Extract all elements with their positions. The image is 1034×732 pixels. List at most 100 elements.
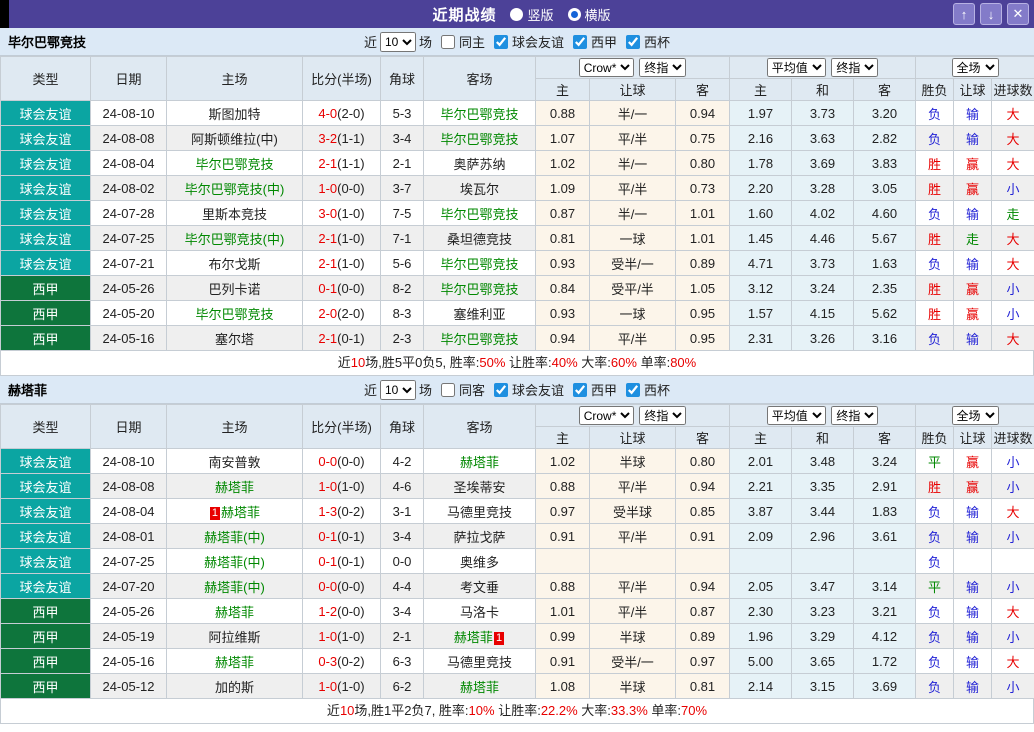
move-down-button[interactable]: ↓ <box>980 3 1002 25</box>
home-team: 赫塔菲(中) <box>166 548 303 574</box>
away-team-name: 赫塔菲 <box>459 679 499 695</box>
fulltime-select[interactable]: 全场 <box>951 58 999 77</box>
league-filter-cup-checkbox[interactable] <box>626 34 641 49</box>
score: 0-1(0-1) <box>302 523 381 549</box>
away-team-name: 埃瓦尔 <box>459 181 499 197</box>
league-filter-friendly-checkbox[interactable] <box>494 34 508 49</box>
corners: 3-4 <box>380 523 424 549</box>
window-edge <box>0 0 9 28</box>
away-team: 毕尔巴鄂竞技 <box>423 100 536 126</box>
league-filter-friendly-checkbox[interactable] <box>494 382 508 397</box>
result-handicap: 赢 <box>953 275 993 301</box>
score: 1-0(0-0) <box>302 175 381 201</box>
average-stage-select[interactable]: 终指 <box>831 58 879 77</box>
home-team-name: 赫塔菲(中) <box>204 579 265 595</box>
average-stage-select[interactable]: 终指 <box>831 406 879 425</box>
league-type: 球会友谊 <box>0 175 91 201</box>
match-date: 24-08-08 <box>90 125 167 151</box>
home-team: 1 赫塔菲 <box>166 498 303 524</box>
odds-line: 平/半 <box>589 573 676 599</box>
odds-stage-select[interactable]: 终指 <box>639 406 687 425</box>
match-row: 西甲 24-05-26 巴列卡诺 0-1(0-0) 8-2 毕尔巴鄂竞技 0.84 受平/半 1… <box>0 275 1034 301</box>
result-wdl: 胜 <box>915 275 955 301</box>
avg-away <box>852 548 917 574</box>
away-team-name: 毕尔巴鄂竞技 <box>440 106 519 122</box>
match-date: 24-05-20 <box>90 300 167 326</box>
same-venue-checkbox[interactable] <box>440 382 455 397</box>
odds-stage-select[interactable]: 终指 <box>639 58 687 77</box>
near-label: 近 <box>363 383 377 398</box>
odds-home: 0.93 <box>535 250 590 276</box>
move-up-button[interactable]: ↑ <box>953 3 975 25</box>
odds-away: 0.81 <box>675 673 730 699</box>
match-count-select[interactable]: 10 <box>379 379 416 400</box>
league-filter-cup-checkbox[interactable] <box>626 382 641 397</box>
sub-header-odds-away: 客 <box>675 426 730 449</box>
odds-away: 0.97 <box>675 648 730 674</box>
odds-provider-select[interactable]: Crow* <box>578 58 634 77</box>
odds-away: 0.80 <box>675 448 730 474</box>
league-filter-laliga-checkbox[interactable] <box>573 34 588 49</box>
away-team-name: 奥萨苏纳 <box>453 156 506 172</box>
odds-away: 0.95 <box>675 300 730 326</box>
summary-part: 单率: <box>636 355 671 370</box>
match-row: 西甲 24-05-12 加的斯 1-0(1-0) 6-2 赫塔菲 1.08 半球 0.81 2.1… <box>0 673 1034 699</box>
fulltime-select[interactable]: 全场 <box>951 406 999 425</box>
result-goals: 大 <box>991 498 1034 524</box>
match-date: 24-08-10 <box>90 448 167 474</box>
away-team: 赫塔菲 1 <box>423 623 536 649</box>
away-team-name: 赫塔菲 <box>453 629 493 645</box>
home-team: 阿斯顿维拉(中) <box>166 125 303 151</box>
average-select[interactable]: 平均值 <box>766 58 826 77</box>
average-select[interactable]: 平均值 <box>766 406 826 425</box>
sub-header-handicap: 让球 <box>953 426 993 449</box>
summary-part: 60% <box>610 355 637 370</box>
avg-home: 2.21 <box>729 473 792 499</box>
layout-radio-horizontal[interactable]: 横版 <box>567 5 611 24</box>
score: 1-0(1-0) <box>302 473 381 499</box>
result-wdl: 负 <box>915 548 955 574</box>
summary-part: 场,胜1平2负7, 胜率: <box>354 703 469 718</box>
odds-line: 受半球 <box>589 498 676 524</box>
score: 1-0(1-0) <box>302 673 381 699</box>
odds-away: 1.01 <box>675 225 730 251</box>
red-card-badge: 1 <box>493 631 505 645</box>
odds-away: 1.01 <box>675 200 730 226</box>
league-filter-laliga-label: 西甲 <box>591 383 618 398</box>
corners: 2-3 <box>380 325 424 351</box>
corners: 3-1 <box>380 498 424 524</box>
avg-draw <box>791 548 854 574</box>
match-date: 24-05-19 <box>90 623 167 649</box>
avg-away: 2.35 <box>852 275 917 301</box>
close-button[interactable]: ✕ <box>1007 3 1029 25</box>
odds-provider-select[interactable]: Crow* <box>578 406 634 425</box>
summary-line: 近10场,胜5平0负5, 胜率:50% 让胜率:40% 大率:60% 单率:80… <box>0 351 1034 376</box>
score: 1-2(0-0) <box>302 598 381 624</box>
league-filter-laliga-checkbox[interactable] <box>573 382 588 397</box>
result-goals: 大 <box>991 598 1034 624</box>
filter-controls: 近 10 场 同主 球会友谊 西甲 西杯 <box>364 31 670 52</box>
odds-home: 0.93 <box>535 300 590 326</box>
summary-part: 10% <box>468 703 495 718</box>
page-title: 近期战绩 <box>432 6 497 24</box>
sub-header-goals: 进球数 <box>991 426 1034 449</box>
team-name: 赫塔菲 <box>8 383 48 398</box>
match-count-select[interactable]: 10 <box>379 31 416 52</box>
result-wdl: 胜 <box>915 150 955 176</box>
odds-line: 平/半 <box>589 125 676 151</box>
avg-draw: 3.15 <box>791 673 854 699</box>
home-team-name: 南安普敦 <box>208 454 261 470</box>
odds-home: 1.02 <box>535 150 590 176</box>
home-team-name: 毕尔巴鄂竞技(中) <box>184 181 285 197</box>
red-card-badge: 1 <box>209 506 221 520</box>
avg-home: 2.05 <box>729 573 792 599</box>
odds-away: 0.94 <box>675 473 730 499</box>
away-team-name: 圣埃蒂安 <box>453 479 506 495</box>
same-venue-checkbox[interactable] <box>440 34 455 49</box>
col-header-score: 比分(半场) <box>302 56 381 101</box>
title-bar-buttons: ↑ ↓ ✕ <box>953 3 1029 25</box>
corners: 0-0 <box>380 548 424 574</box>
home-team-name: 毕尔巴鄂竞技 <box>195 306 274 322</box>
layout-radio-vertical[interactable]: 竖版 <box>510 5 554 24</box>
away-team: 马德里竞技 <box>423 498 536 524</box>
